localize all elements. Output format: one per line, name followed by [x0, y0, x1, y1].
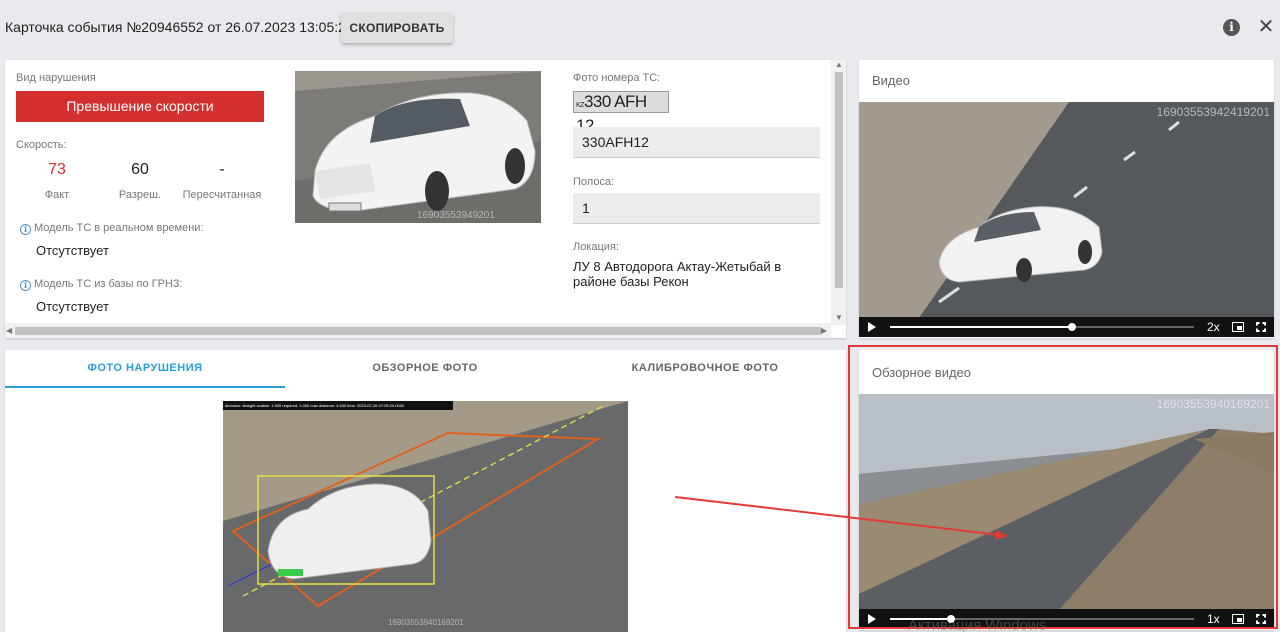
annotation-highlight-box [848, 345, 1278, 629]
windows-activation-watermark: Активация Windows [908, 617, 1047, 632]
